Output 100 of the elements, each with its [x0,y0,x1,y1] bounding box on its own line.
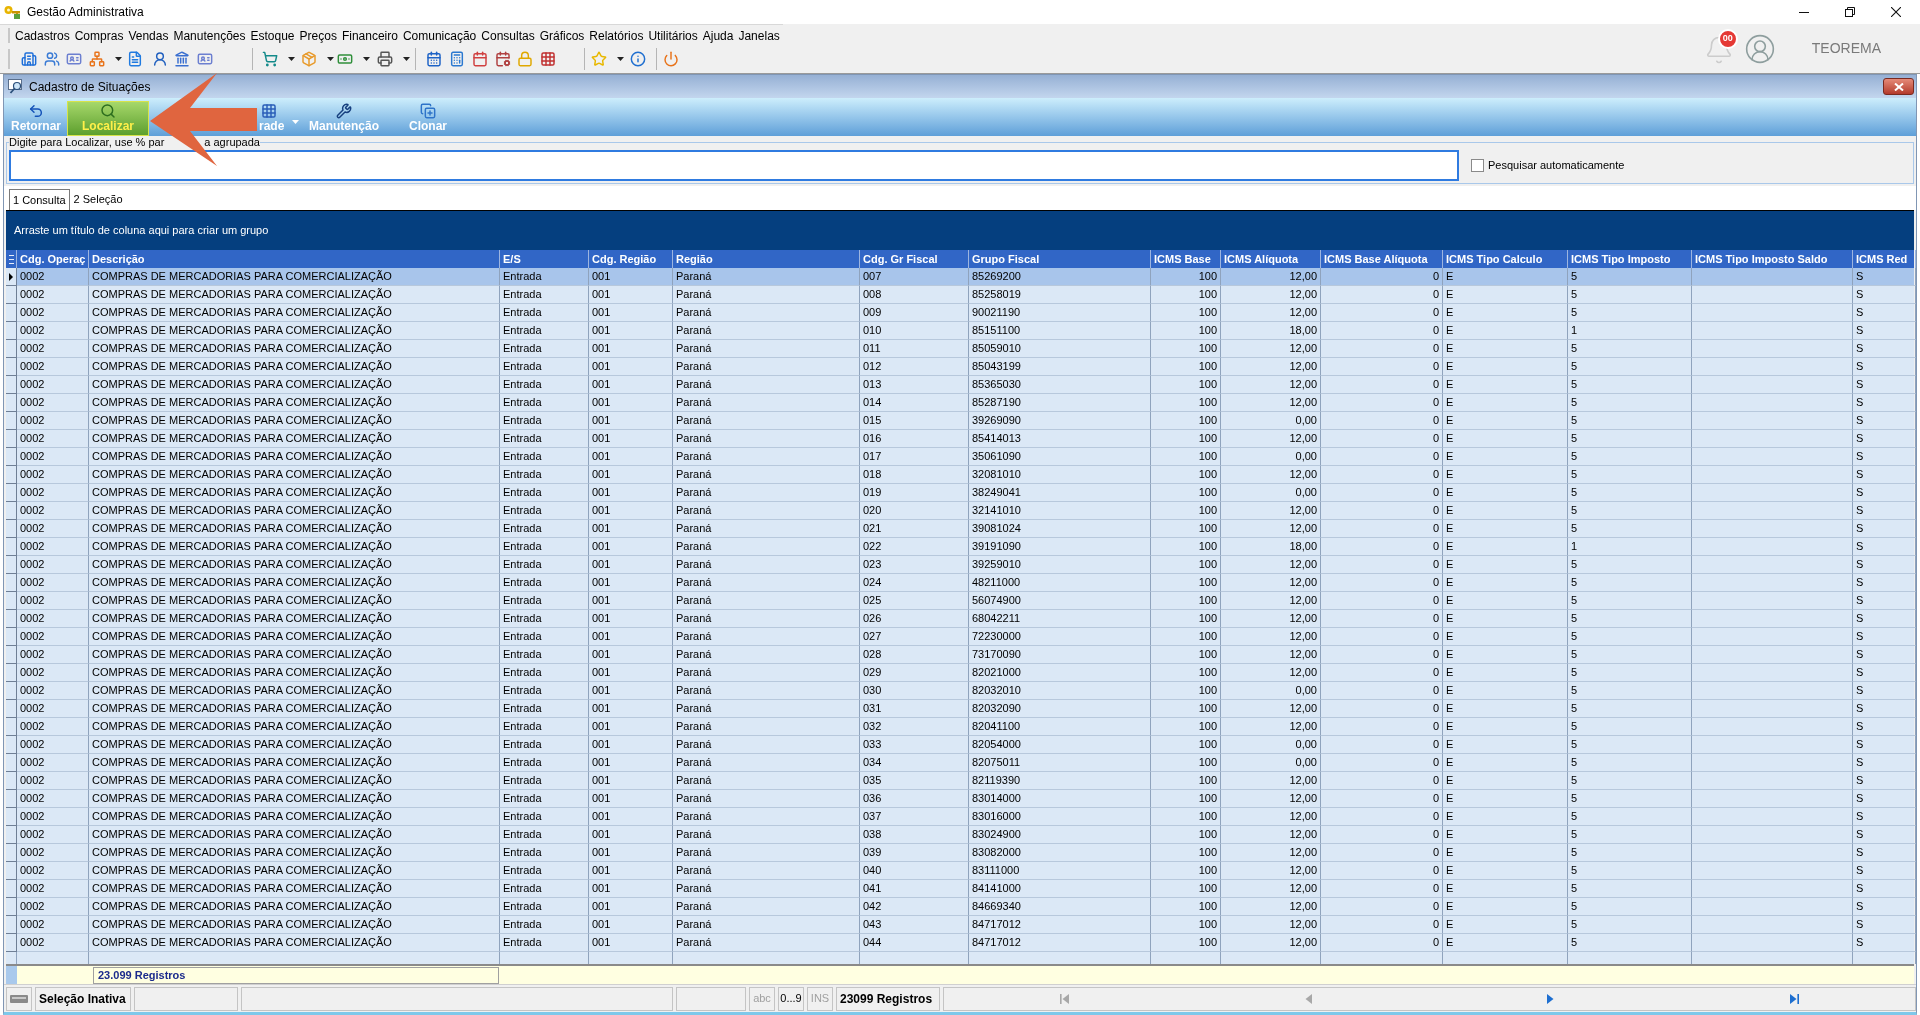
close-button[interactable] [1883,78,1914,95]
group-by-hint: Arraste um título de coluna aqui para criar um grupo [14,223,269,239]
status-indicator: 0...9 [780,991,802,1007]
table-row[interactable]: 0002 COMPRAS DE MERCADORIAS PARA COMERCIALIZAÇÃO Entrada 001 Paraná 015 39269090 100 0,00 0 E 5 S [6,412,1914,430]
menu-item[interactable]: Utilitários [646,26,700,45]
document-icon[interactable] [127,51,143,67]
table-row[interactable]: 0002 COMPRAS DE MERCADORIAS PARA COMERCIALIZAÇÃO Entrada 001 Paraná 029 82021000 100 12,00 0 E 5 S [6,664,1914,682]
keyboard-icon [10,994,28,1003]
user-icon[interactable] [152,51,168,67]
table-row[interactable]: 0002 COMPRAS DE MERCADORIAS PARA COMERCIALIZAÇÃO Entrada 001 Paraná 031 82032090 100 12,00 0 E 5 S [6,700,1914,718]
table-row[interactable]: 0002 COMPRAS DE MERCADORIAS PARA COMERCIALIZAÇÃO Entrada 001 Paraná 040 83111000 100 12,00 0 E 5 S [6,862,1914,880]
table-row[interactable]: 0002 COMPRAS DE MERCADORIAS PARA COMERCIALIZAÇÃO Entrada 001 Paraná 038 83024900 100 12,00 0 E 5 S [6,826,1914,844]
table-row[interactable]: 0002 COMPRAS DE MERCADORIAS PARA COMERCIALIZAÇÃO Entrada 001 Paraná 020 32141010 100 12,00 0 E 5 S [6,502,1914,520]
menu-item[interactable]: Cadastros [13,26,72,45]
table-row[interactable]: 0002 COMPRAS DE MERCADORIAS PARA COMERCIALIZAÇÃO Entrada 001 Paraná 037 83016000 100 12,00 0 E 5 S [6,808,1914,826]
caret-icon[interactable] [363,57,370,61]
table-row[interactable]: 0002 COMPRAS DE MERCADORIAS PARA COMERCIALIZAÇÃO Entrada 001 Paraná 026 68042211 100 12,00 0 E 5 S [6,610,1914,628]
table-row[interactable]: 0002 COMPRAS DE MERCADORIAS PARA COMERCIALIZAÇÃO Entrada 001 Paraná 042 84669340 100 12,00 0 E 5 S [6,898,1914,916]
table-row[interactable]: 0002 COMPRAS DE MERCADORIAS PARA COMERCIALIZAÇÃO Entrada 001 Paraná 022 39191090 100 18,00 0 E 1 S [6,538,1914,556]
calculator-icon[interactable] [449,51,465,67]
window-title: Gestão Administrativa [27,4,144,21]
calendar-icon[interactable] [472,51,488,67]
status-indicator: INS [810,991,830,1007]
table-row[interactable]: 0002 COMPRAS DE MERCADORIAS PARA COMERCIALIZAÇÃO Entrada 001 Paraná 032 82041100 100 12,00 0 E 5 S [6,718,1914,736]
table-row[interactable]: 0002 COMPRAS DE MERCADORIAS PARA COMERCIALIZAÇÃO Entrada 001 Paraná 034 82075011 100 0,00 0 E 5 S [6,754,1914,772]
table-row[interactable]: 0002 COMPRAS DE MERCADORIAS PARA COMERCIALIZAÇÃO Entrada 001 Paraná 027 72230000 100 12,00 0 E 5 S [6,628,1914,646]
table-row[interactable]: 0002 COMPRAS DE MERCADORIAS PARA COMERCIALIZAÇÃO Entrada 001 Paraná 011 85059010 100 12,00 0 E 5 S [6,340,1914,358]
calendar-gear-icon[interactable] [495,51,511,67]
wrench-icon [336,103,352,119]
table-row[interactable]: 0002 COMPRAS DE MERCADORIAS PARA COMERCIALIZAÇÃO Entrada 001 Paraná 017 35061090 100 0,00 0 E 5 S [6,448,1914,466]
id-card-icon[interactable] [197,51,213,67]
banknote-icon[interactable] [337,51,353,67]
tab[interactable]: 1 Consulta [9,189,70,210]
table-row[interactable]: 0002 COMPRAS DE MERCADORIAS PARA COMERCIALIZAÇÃO Entrada 001 Paraná 008 85258019 100 12,00 0 E 5 S [6,286,1914,304]
user-avatar-icon[interactable] [1743,32,1776,65]
org-chart-icon[interactable] [89,51,105,67]
checkbox[interactable] [1471,159,1484,172]
status-indicator: abc [753,991,771,1007]
table-row[interactable]: 0002 COMPRAS DE MERCADORIAS PARA COMERCIALIZAÇÃO Entrada 001 Paraná 019 38249041 100 0,00 0 E 5 S [6,484,1914,502]
table-row[interactable]: 0002 COMPRAS DE MERCADORIAS PARA COMERCIALIZAÇÃO Entrada 001 Paraná 007 85269200 100 12,00 0 E 5 S [6,268,1914,286]
table-row[interactable]: 0002 COMPRAS DE MERCADORIAS PARA COMERCIALIZAÇÃO Entrada 001 Paraná 023 39259010 100 12,00 0 E 5 S [6,556,1914,574]
copy-plus-icon [420,103,436,119]
menu-item[interactable]: Comunicação [400,26,479,45]
menu-item[interactable]: Financeiro [339,26,400,45]
menu-item[interactable]: Ajuda [700,26,736,45]
table-row[interactable]: 0002 COMPRAS DE MERCADORIAS PARA COMERCIALIZAÇÃO Entrada 001 Paraná 039 83082000 100 12,00 0 E 5 S [6,844,1914,862]
table-row[interactable]: 0002 COMPRAS DE MERCADORIAS PARA COMERCIALIZAÇÃO Entrada 001 Paraná 035 82119390 100 12,00 0 E 5 S [6,772,1914,790]
menu-item[interactable]: Gráficos [537,26,587,45]
table-row[interactable]: 0002 COMPRAS DE MERCADORIAS PARA COMERCIALIZAÇÃO Entrada 001 Paraná 014 85287190 100 12,00 0 E 5 S [6,394,1914,412]
table-row[interactable]: 0002 COMPRAS DE MERCADORIAS PARA COMERCIALIZAÇÃO Entrada 001 Paraná 010 85151100 100 18,00 0 E 1 S [6,322,1914,340]
next-icon[interactable] [1545,993,1556,1004]
menu-item[interactable]: Vendas [126,26,171,45]
grid-icon[interactable] [540,51,556,67]
users-icon[interactable] [44,51,60,67]
menu-item[interactable]: Manutenções [171,26,248,45]
menu-item[interactable]: Estoque [248,26,297,45]
table-row[interactable]: 0002 COMPRAS DE MERCADORIAS PARA COMERCIALIZAÇÃO Entrada 001 Paraná 021 39081024 100 12,00 0 E 5 S [6,520,1914,538]
table-row[interactable]: 0002 COMPRAS DE MERCADORIAS PARA COMERCIALIZAÇÃO Entrada 001 Paraná 044 84717012 100 12,00 0 E 5 S [6,934,1914,952]
caret-icon[interactable] [617,57,624,61]
table-row[interactable]: 0002 COMPRAS DE MERCADORIAS PARA COMERCIALIZAÇÃO Entrada 001 Paraná 030 82032010 100 0,00 0 E 5 S [6,682,1914,700]
search-icon [100,103,116,119]
table-row[interactable]: 0002 COMPRAS DE MERCADORIAS PARA COMERCIALIZAÇÃO Entrada 001 Paraná 024 48211000 100 12,00 0 E 5 S [6,574,1914,592]
menu-item[interactable]: Consultas [479,26,537,45]
restore-icon [1845,7,1855,17]
record-count: 23099 Registros [840,990,933,1008]
table-row[interactable]: 0002 COMPRAS DE MERCADORIAS PARA COMERCIALIZAÇÃO Entrada 001 Paraná 013 85365030 100 12,00 0 E 5 S [6,376,1914,394]
info-icon[interactable] [630,51,646,67]
menu-item[interactable]: Preços [297,26,339,45]
checkbox-label[interactable]: Pesquisar automaticamente [1488,157,1625,174]
table-row[interactable]: 0002 COMPRAS DE MERCADORIAS PARA COMERCIALIZAÇÃO Entrada 001 Paraná 018 32081010 100 12,00 0 E 5 S [6,466,1914,484]
grid-icon [261,103,277,119]
printer-icon[interactable] [377,51,393,67]
table-row[interactable]: 0002 COMPRAS DE MERCADORIAS PARA COMERCIALIZAÇÃO Entrada 001 Paraná 028 73170090 100 12,00 0 E 5 S [6,646,1914,664]
bank-icon[interactable] [174,51,190,67]
power-icon[interactable] [663,51,679,67]
id-card-icon[interactable] [66,51,82,67]
menu-item[interactable]: Janelas [736,26,782,45]
user-name[interactable]: TEOREMA [1811,38,1881,59]
menu-item[interactable]: Relatórios [587,26,646,45]
caret-icon[interactable] [115,57,122,61]
table-row[interactable]: 0002 COMPRAS DE MERCADORIAS PARA COMERCIALIZAÇÃO Entrada 001 Paraná 041 84141000 100 12,00 0 E 5 S [6,880,1914,898]
menu-item[interactable]: Compras [72,26,126,45]
table-row[interactable]: 0002 COMPRAS DE MERCADORIAS PARA COMERCIALIZAÇÃO Entrada 001 Paraná 043 84717012 100 12,00 0 E 5 S [6,916,1914,934]
table-row[interactable]: 0002 COMPRAS DE MERCADORIAS PARA COMERCIALIZAÇÃO Entrada 001 Paraná 025 56074900 100 12,00 0 E 5 S [6,592,1914,610]
column-chooser-icon[interactable] [8,254,14,264]
table-row[interactable]: 0002 COMPRAS DE MERCADORIAS PARA COMERCIALIZAÇÃO Entrada 001 Paraná 016 85414013 100 12,00 0 E 5 S [6,430,1914,448]
table-row[interactable]: 0002 COMPRAS DE MERCADORIAS PARA COMERCIALIZAÇÃO Entrada 001 Paraná 033 82054000 100 0,00 0 E 5 S [6,736,1914,754]
caret-icon[interactable] [288,57,295,61]
search-field[interactable] [9,150,1459,181]
table-row[interactable]: 0002 COMPRAS DE MERCADORIAS PARA COMERCIALIZAÇÃO Entrada 001 Paraná 036 83014000 100 12,00 0 E 5 S [6,790,1914,808]
caret-icon[interactable] [403,57,410,61]
table-row[interactable]: 0002 COMPRAS DE MERCADORIAS PARA COMERCIALIZAÇÃO Entrada 001 Paraná 009 90021190 100 12,00 0 E 5 S [6,304,1914,322]
skip-to-end-icon[interactable] [1788,993,1799,1004]
tab[interactable]: 2 Seleção [69,189,127,210]
cart-icon[interactable] [262,51,278,67]
building-icon[interactable] [21,51,37,67]
table-row[interactable]: 0002 COMPRAS DE MERCADORIAS PARA COMERCIALIZAÇÃO Entrada 001 Paraná 012 85043199 100 12,00 0 E 5 S [6,358,1914,376]
star-icon[interactable] [591,51,607,67]
calendar-icon[interactable] [426,51,442,67]
caret-icon[interactable] [327,57,334,61]
